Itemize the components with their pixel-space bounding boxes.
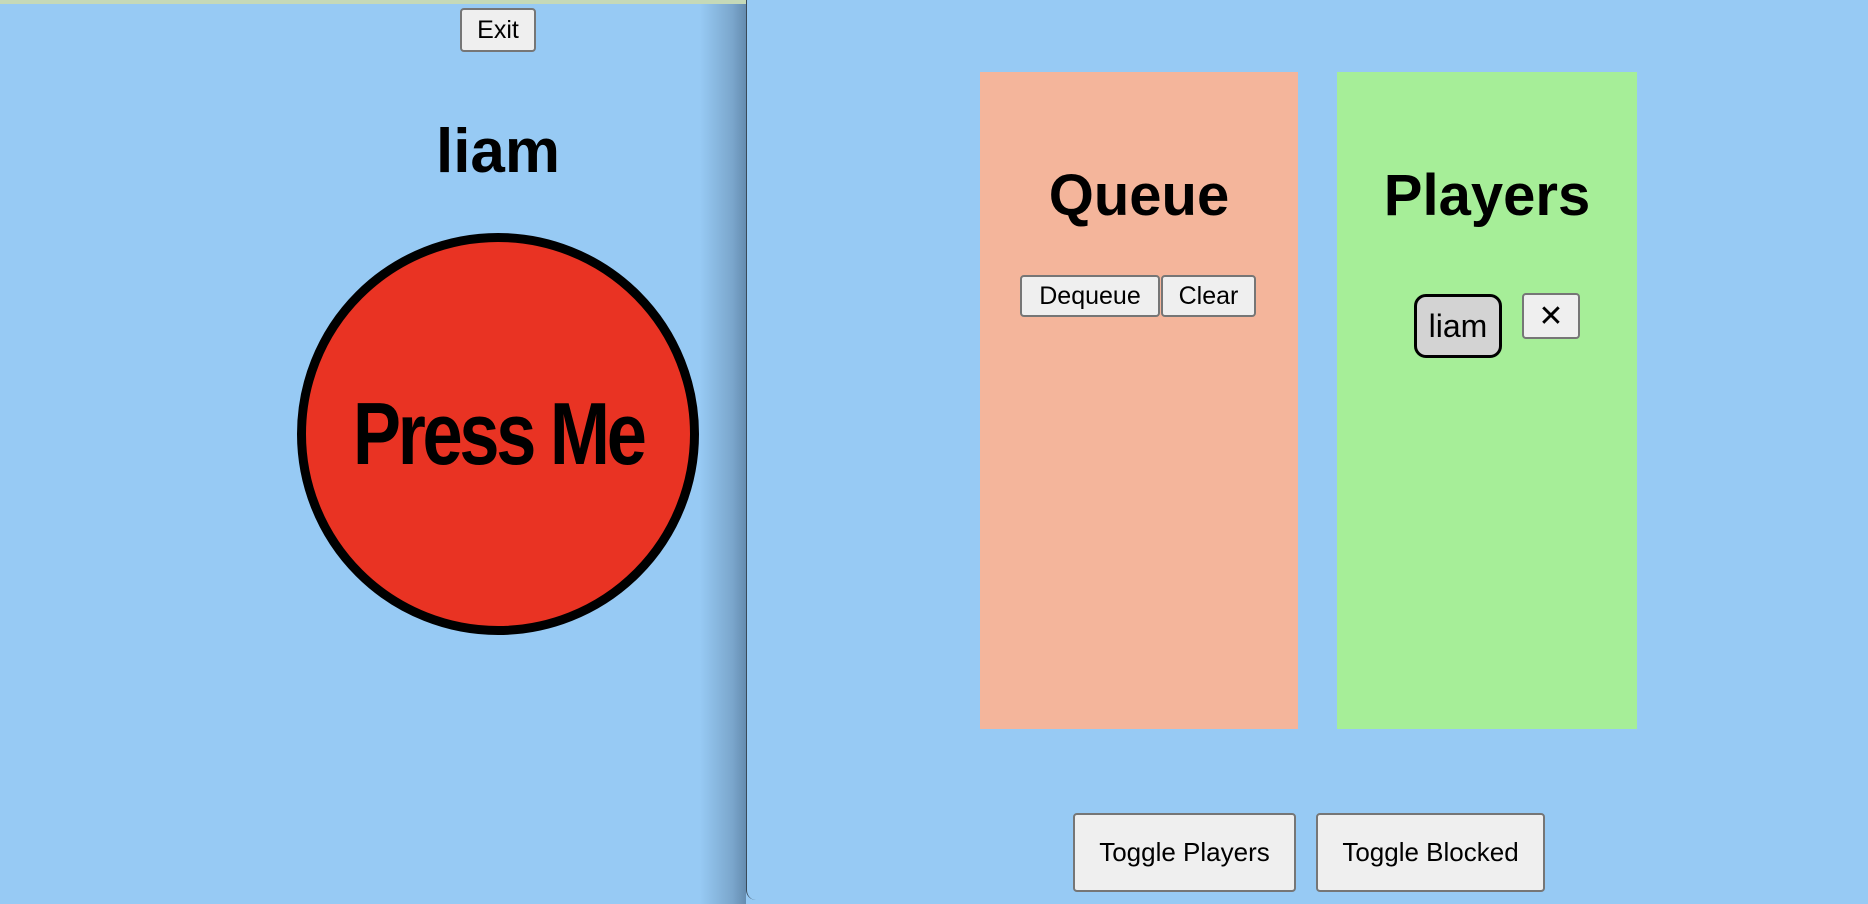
players-panel: Players liam ✕ <box>1337 72 1637 729</box>
toggle-players-button[interactable]: Toggle Players <box>1073 813 1296 892</box>
exit-button[interactable]: Exit <box>460 8 536 52</box>
host-window: Queue Dequeue Clear Players liam ✕ Toggl… <box>746 0 1868 900</box>
clear-queue-button[interactable]: Clear <box>1161 275 1256 317</box>
players-title: Players <box>1383 163 1591 228</box>
dequeue-button[interactable]: Dequeue <box>1020 275 1160 317</box>
press-me-label: Press Me <box>352 384 647 483</box>
close-icon: ✕ <box>1538 299 1564 333</box>
press-me-button[interactable]: Press Me <box>297 233 699 635</box>
toggle-blocked-button[interactable]: Toggle Blocked <box>1316 813 1545 892</box>
player-window: Exit liam Press Me <box>0 0 746 904</box>
queue-title: Queue <box>1048 163 1230 228</box>
remove-player-button[interactable]: ✕ <box>1522 293 1580 339</box>
player-chip[interactable]: liam <box>1414 294 1502 358</box>
queue-panel: Queue Dequeue Clear <box>980 72 1298 729</box>
